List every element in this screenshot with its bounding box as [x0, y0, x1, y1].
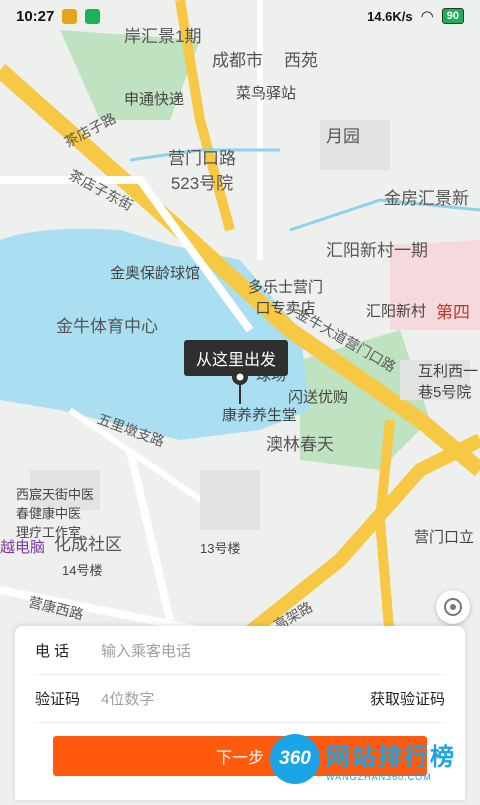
wifi-icon: ◠	[420, 8, 434, 25]
app-icon	[62, 8, 78, 24]
label-jinniu-stadium: 金牛体育中心	[56, 317, 158, 336]
code-row: 验证码 4位数字 获取验证码	[35, 674, 445, 723]
watermark-title: 网站排行榜	[326, 743, 456, 771]
label-huiyang-1: 汇阳新村一期	[326, 241, 428, 260]
phone-label: 电 话	[35, 642, 70, 660]
locate-button[interactable]	[436, 590, 470, 624]
label-yueyuan: 月园	[326, 127, 360, 146]
label-building-13: 13号楼	[200, 541, 241, 556]
label-huacheng: 化成社区	[54, 535, 122, 554]
watermark-logo: 360 网站排行榜 WANGZHAN360.COM	[270, 734, 456, 784]
label-building-14: 14号楼	[62, 563, 103, 578]
label-disi: 第四	[436, 303, 470, 322]
label-huiyang: 汇阳新村	[366, 303, 427, 320]
label-jinfanghuijing: 金房汇景新	[384, 189, 469, 208]
label-chengdu-city: 成都市	[212, 51, 263, 70]
location-pin-icon[interactable]	[231, 368, 249, 409]
phone-row: 电 话 输入乘客电话	[35, 626, 445, 675]
get-code-button[interactable]: 获取验证码	[370, 688, 445, 709]
status-bar: 10:27 14.6K/s ◠ 90	[0, 0, 480, 32]
label-yingmenkou-li: 营门口立	[414, 529, 475, 546]
label-shentong: 申通快递	[124, 91, 185, 108]
label-yue-pc: 越电脑	[0, 539, 46, 556]
eye-icon	[444, 598, 462, 616]
app-icon	[85, 8, 101, 24]
network-speed: 14.6K/s	[367, 8, 413, 24]
code-input[interactable]: 4位数字	[101, 688, 370, 709]
label-jinao: 金奥保龄球馆	[110, 265, 201, 282]
label-xiyuan: 西苑	[284, 51, 318, 70]
label-yingmenkou-523: 营门口路 523号院	[168, 149, 236, 193]
status-time: 10:27	[16, 7, 55, 25]
battery-icon: 90	[441, 8, 464, 24]
code-label: 验证码	[35, 690, 81, 708]
label-hulixiyi: 互利西一 巷5号院	[418, 363, 479, 401]
phone-input[interactable]: 输入乘客电话	[101, 640, 445, 661]
label-aolin: 澳林春天	[266, 435, 334, 454]
watermark-badge: 360	[270, 734, 320, 784]
label-cainiao: 菜鸟驿站	[236, 85, 297, 102]
watermark-sub: WANGZHAN360.COM	[326, 771, 432, 782]
